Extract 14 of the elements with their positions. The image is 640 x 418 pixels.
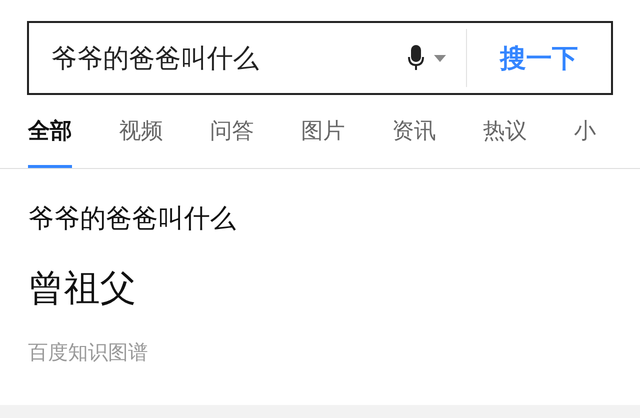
search-input[interactable]: 爷爷的爸爸叫什么 xyxy=(29,23,400,93)
tab[interactable]: 全部 xyxy=(28,95,72,168)
tab[interactable]: 资讯 xyxy=(392,95,436,168)
tab[interactable]: 视频 xyxy=(119,95,163,168)
tab[interactable]: 小 xyxy=(574,95,596,168)
search-field[interactable]: 爷爷的爸爸叫什么 搜一下 xyxy=(27,21,613,95)
tab[interactable]: 热议 xyxy=(483,95,527,168)
result-source: 百度知识图谱 xyxy=(28,339,148,366)
tab[interactable]: 问答 xyxy=(210,95,254,168)
microphone-icon[interactable] xyxy=(408,45,424,71)
tab[interactable]: 图片 xyxy=(301,95,345,168)
result-question: 爷爷的爸爸叫什么 xyxy=(28,203,236,236)
result-answer: 曾祖父 xyxy=(28,267,136,311)
caret-icon[interactable] xyxy=(434,54,446,62)
